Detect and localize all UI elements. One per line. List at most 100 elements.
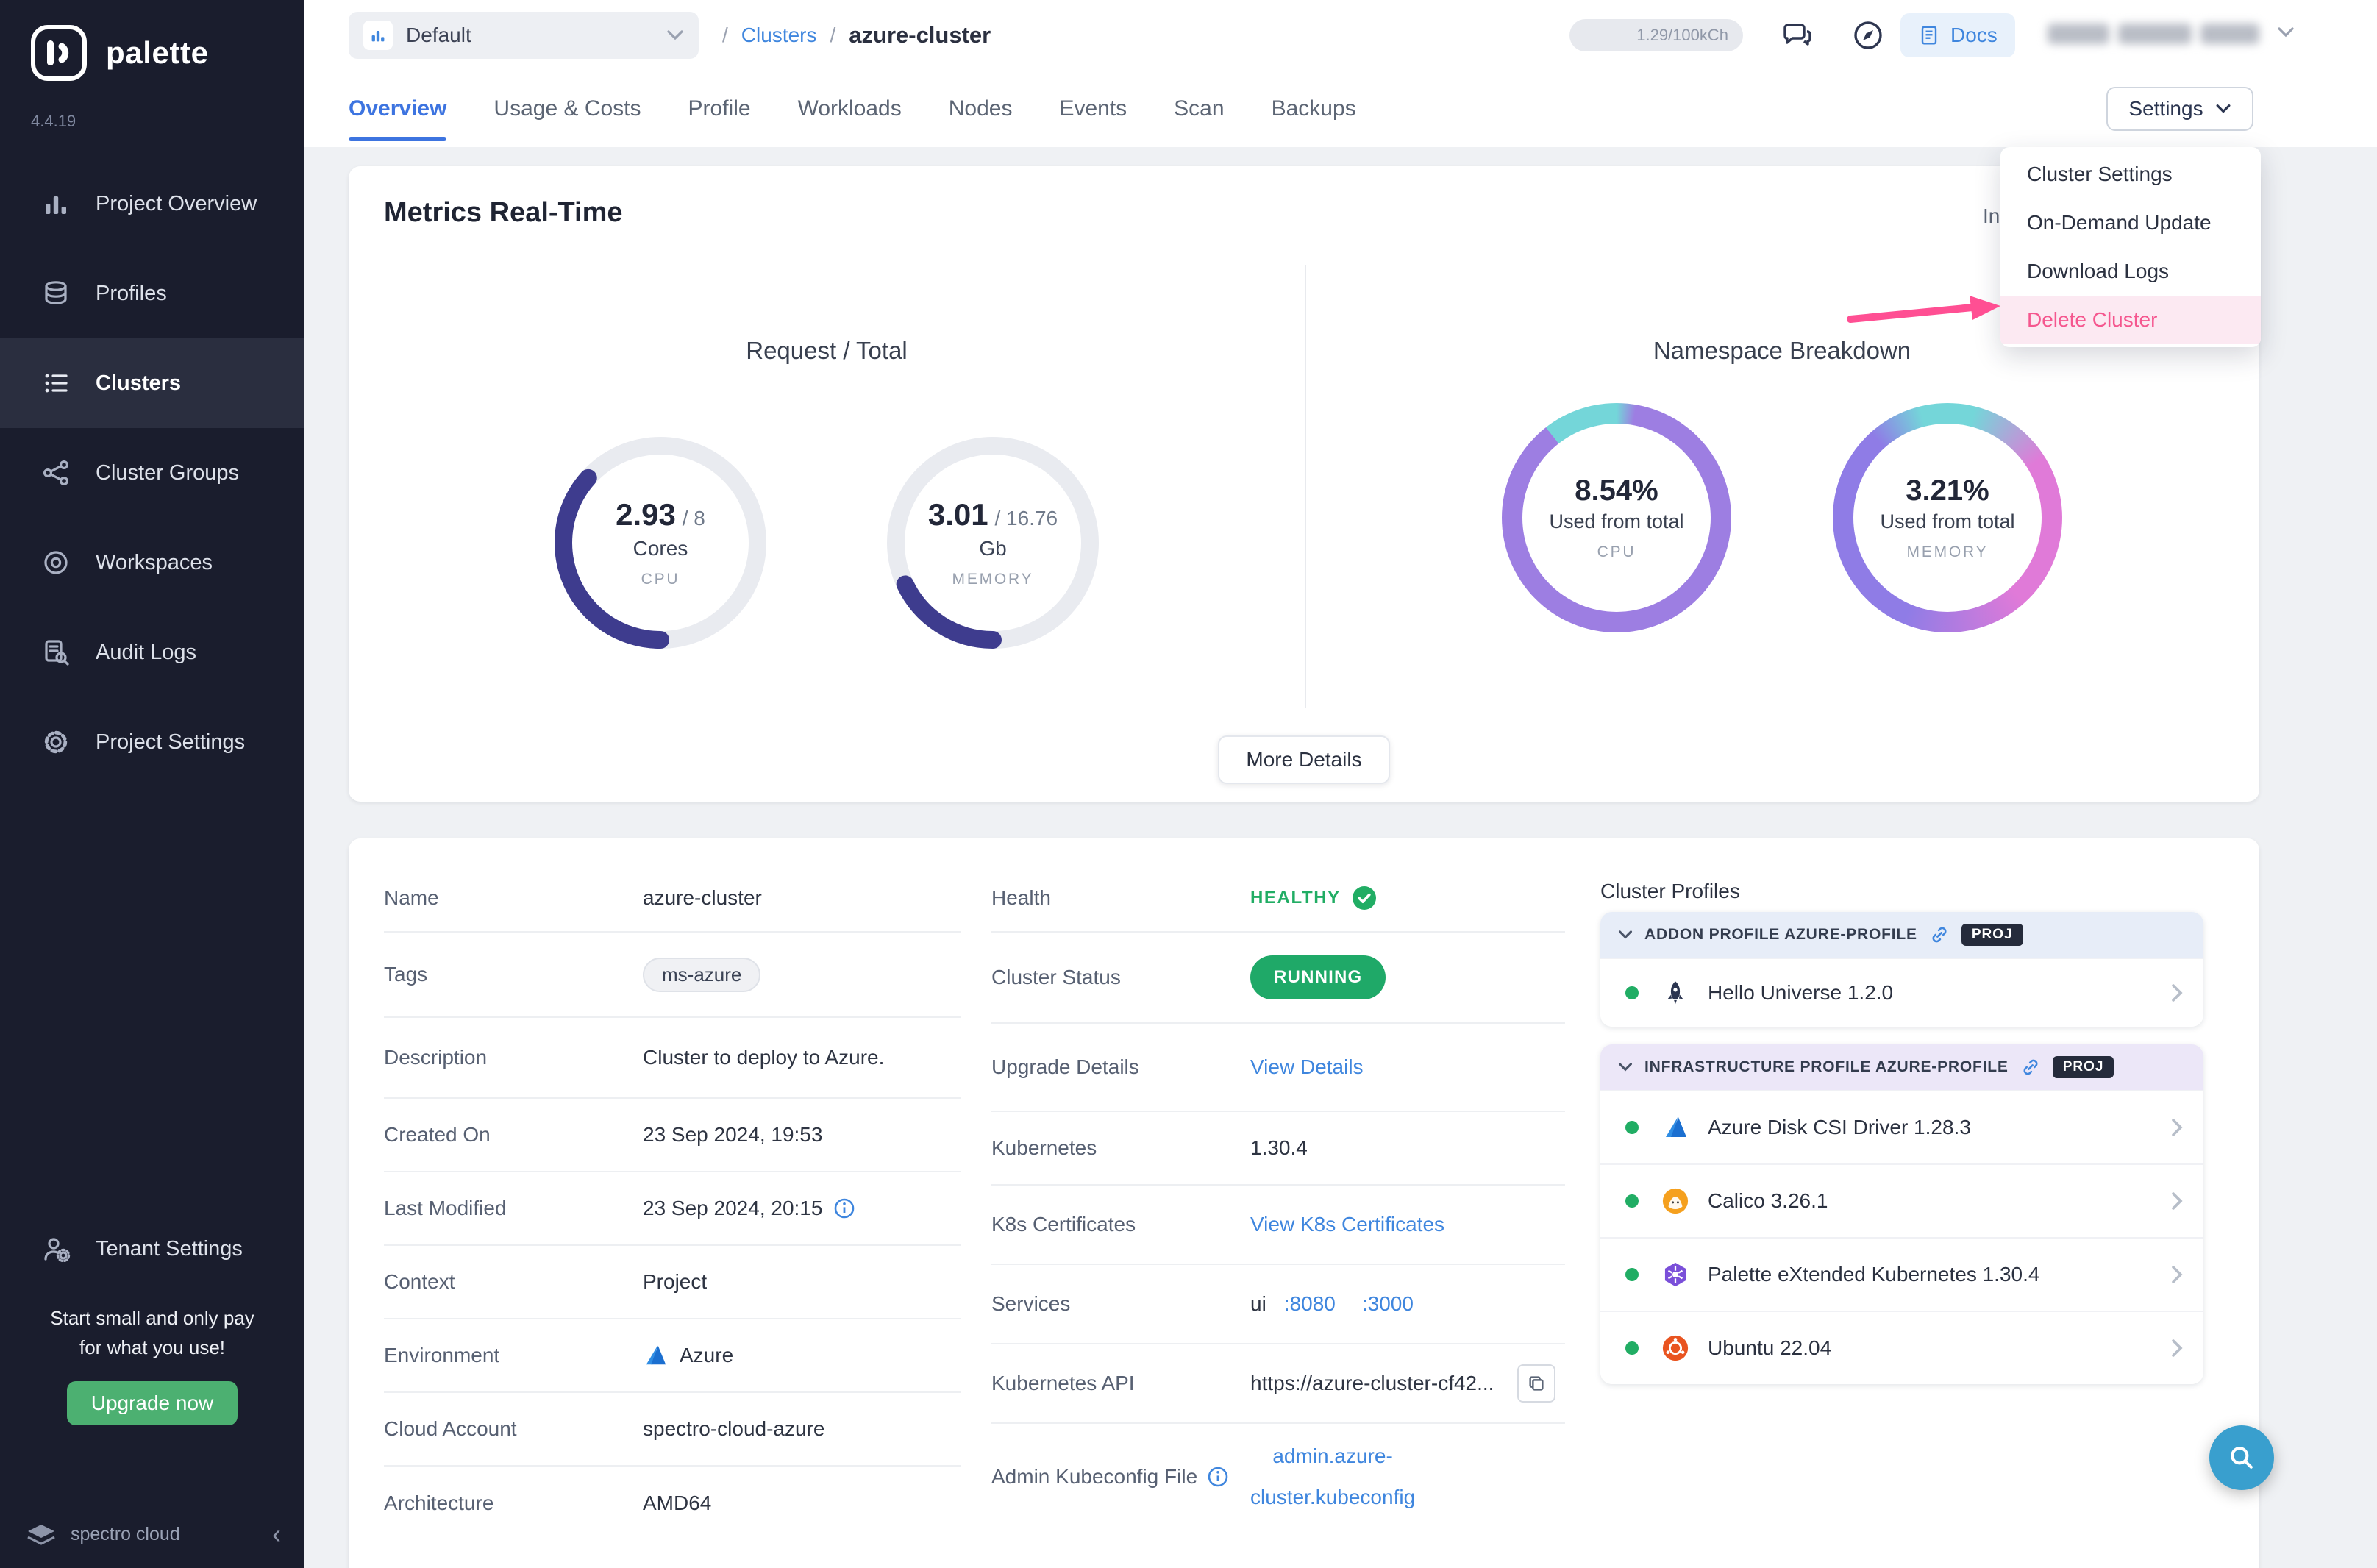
infrastructure-profile-header[interactable]: INFRASTRUCTURE PROFILE AZURE-PROFILE PRO… — [1600, 1044, 2203, 1090]
upgrade-now-button[interactable]: Upgrade now — [67, 1381, 238, 1425]
tab-overview[interactable]: Overview — [349, 71, 446, 147]
proj-badge: PROJ — [2053, 1056, 2114, 1078]
chevron-down-icon — [1618, 930, 1633, 940]
main-area: Default / Clusters / azure-cluster 1.29/… — [304, 0, 2377, 1568]
cluster-details-card: Name azure-cluster Tags ms-azure Descrip… — [349, 838, 2259, 1568]
check-circle-icon — [1353, 886, 1376, 910]
breadcrumb-clusters-link[interactable]: Clusters — [741, 24, 817, 47]
breadcrumb-current: azure-cluster — [849, 22, 991, 49]
menu-item-download-logs[interactable]: Download Logs — [2000, 247, 2261, 296]
search-fab-button[interactable] — [2209, 1425, 2274, 1490]
health-status: HEALTHY — [1250, 886, 1376, 910]
running-status-badge: RUNNING — [1250, 955, 1386, 999]
link-icon[interactable] — [1929, 924, 1950, 945]
azure-icon — [1659, 1114, 1692, 1141]
section-divider — [1305, 265, 1306, 708]
service-port-8080-link[interactable]: :8080 — [1284, 1292, 1336, 1316]
menu-item-delete-cluster[interactable]: Delete Cluster — [2000, 296, 2261, 344]
menu-item-on-demand-update[interactable]: On-Demand Update — [2000, 199, 2261, 247]
bar-chart-icon — [41, 189, 71, 218]
copy-icon[interactable] — [1517, 1364, 1555, 1403]
spectro-cloud-logo-icon — [24, 1522, 59, 1546]
tag-chip: ms-azure — [643, 958, 760, 992]
menu-item-cluster-settings[interactable]: Cluster Settings — [2000, 150, 2261, 199]
settings-dropdown-button[interactable]: Settings — [2106, 87, 2253, 131]
user-menu-chevron-icon[interactable] — [2277, 26, 2295, 38]
chevron-right-icon — [2171, 1191, 2183, 1211]
sidebar-footer: spectro cloud ‹ — [0, 1500, 304, 1568]
info-icon[interactable] — [1208, 1467, 1228, 1487]
sidebar-item-workspaces[interactable]: Workspaces — [0, 518, 304, 607]
cluster-profiles-title: Cluster Profiles — [1600, 880, 1740, 903]
view-details-link[interactable]: View Details — [1250, 1055, 1364, 1079]
docs-button[interactable]: Docs — [1900, 13, 2015, 57]
profile-pack-hello-universe[interactable]: Hello Universe 1.2.0 — [1600, 958, 2203, 1027]
sidebar-item-profiles[interactable]: Profiles — [0, 249, 304, 338]
addon-profile-header[interactable]: ADDON PROFILE AZURE-PROFILE PROJ — [1600, 912, 2203, 958]
sidebar-item-project-overview[interactable]: Project Overview — [0, 159, 304, 249]
status-dot — [1625, 1268, 1639, 1281]
cpu-gauge: 2.93 / 8 Cores CPU — [546, 428, 775, 658]
palette-logo-icon — [29, 24, 88, 82]
tab-events[interactable]: Events — [1059, 71, 1127, 147]
calico-icon — [1659, 1187, 1692, 1215]
brand-name: palette — [106, 35, 209, 71]
chevron-right-icon — [2171, 1118, 2183, 1137]
sidebar-item-clusters[interactable]: Clusters — [0, 338, 304, 428]
tab-backups[interactable]: Backups — [1272, 71, 1356, 147]
ubuntu-icon — [1659, 1334, 1692, 1362]
tab-workloads[interactable]: Workloads — [798, 71, 902, 147]
header: Default / Clusters / azure-cluster 1.29/… — [304, 0, 2377, 147]
upgrade-promo: Start small and only pay for what you us… — [0, 1303, 304, 1425]
docs-icon — [1918, 24, 1940, 46]
cluster-tabs: Overview Usage & Costs Profile Workloads… — [349, 71, 1356, 147]
settings-menu: Cluster Settings On-Demand Update Downlo… — [2000, 147, 2261, 347]
project-selector[interactable]: Default — [349, 12, 699, 59]
profile-pack-azure-disk-csi[interactable]: Azure Disk CSI Driver 1.28.3 — [1600, 1090, 2203, 1163]
spectro-cloud-label: spectro cloud — [71, 1524, 180, 1545]
usage-quota-pill: 1.29/100kCh — [1569, 19, 1743, 51]
sidebar-item-project-settings[interactable]: Project Settings — [0, 697, 304, 787]
more-details-button[interactable]: More Details — [1218, 735, 1390, 784]
sidebar-nav: Project Overview Profiles Clusters Clust… — [0, 159, 304, 787]
status-dot — [1625, 1194, 1639, 1208]
profile-pack-calico[interactable]: Calico 3.26.1 — [1600, 1163, 2203, 1237]
kubernetes-api-url: https://azure-cluster-cf42... — [1250, 1372, 1494, 1395]
tab-profile[interactable]: Profile — [688, 71, 751, 147]
info-icon[interactable] — [834, 1198, 855, 1219]
project-selector-value: Default — [406, 24, 471, 47]
target-icon — [41, 548, 71, 577]
profile-pack-ubuntu[interactable]: Ubuntu 22.04 — [1600, 1311, 2203, 1384]
chevron-right-icon — [2171, 983, 2183, 1002]
status-dot — [1625, 1121, 1639, 1134]
palette-app: palette 4.4.19 Project Overview Profiles… — [0, 0, 2377, 1568]
request-total-title: Request / Total — [349, 337, 1305, 365]
sidebar-collapse-icon[interactable]: ‹ — [272, 1521, 281, 1547]
document-search-icon — [41, 638, 71, 667]
azure-icon — [643, 1343, 668, 1368]
service-port-3000-link[interactable]: :3000 — [1362, 1292, 1414, 1316]
sidebar-item-cluster-groups[interactable]: Cluster Groups — [0, 428, 304, 518]
interval-label-fragment: In — [1983, 204, 2000, 228]
view-k8s-certificates-link[interactable]: View K8s Certificates — [1250, 1213, 1444, 1236]
sidebar: palette 4.4.19 Project Overview Profiles… — [0, 0, 304, 1568]
admin-kubeconfig-link[interactable]: admin.azure- cluster.kubeconfig — [1250, 1442, 1415, 1512]
tab-scan[interactable]: Scan — [1174, 71, 1224, 147]
compass-icon[interactable] — [1850, 18, 1886, 53]
project-chart-icon — [363, 21, 393, 50]
tab-usage-costs[interactable]: Usage & Costs — [493, 71, 641, 147]
infrastructure-profile-box: INFRASTRUCTURE PROFILE AZURE-PROFILE PRO… — [1600, 1044, 2203, 1384]
sidebar-item-audit-logs[interactable]: Audit Logs — [0, 607, 304, 697]
user-name-redacted[interactable] — [2048, 24, 2259, 44]
search-icon — [2225, 1442, 2258, 1474]
tab-nodes[interactable]: Nodes — [949, 71, 1013, 147]
chat-icon[interactable] — [1780, 18, 1815, 53]
clusters-list-icon — [41, 368, 71, 398]
person-gear-icon — [41, 1234, 71, 1264]
app-version: 4.4.19 — [31, 112, 76, 131]
layers-icon — [41, 279, 71, 308]
namespace-memory-donut: 3.21% Used from total MEMORY — [1833, 403, 2062, 632]
sidebar-item-tenant-settings[interactable]: Tenant Settings — [0, 1212, 304, 1286]
profile-pack-palette-extended-k8s[interactable]: Palette eXtended Kubernetes 1.30.4 — [1600, 1237, 2203, 1311]
link-icon[interactable] — [2020, 1057, 2041, 1077]
